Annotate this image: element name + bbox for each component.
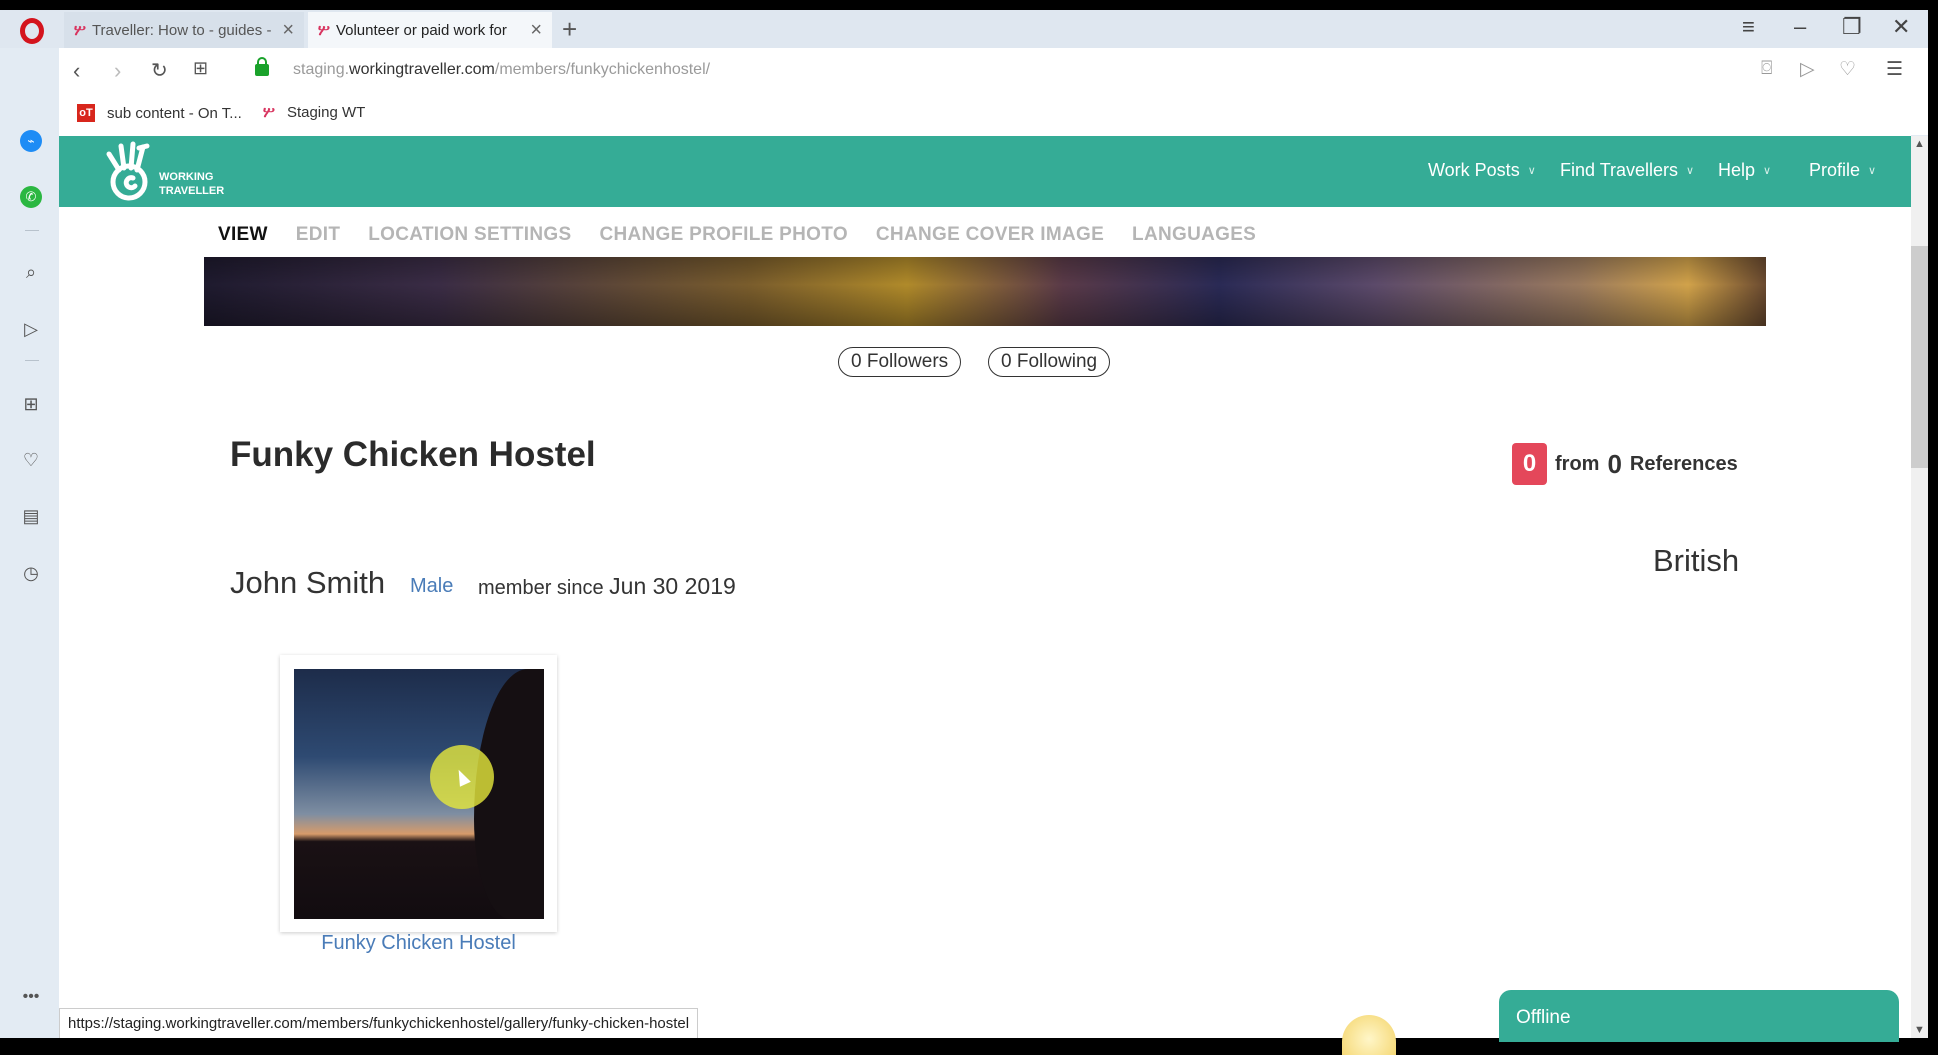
search-icon[interactable]: ⌕: [20, 261, 42, 283]
ot-icon: oT: [77, 104, 95, 122]
subnav-languages[interactable]: LANGUAGES: [1132, 224, 1256, 246]
sidebar-divider: [25, 360, 39, 361]
bookmark-sub-content[interactable]: oT sub content - On T...: [77, 104, 242, 122]
subnav-change-profile-photo[interactable]: CHANGE PROFILE PHOTO: [599, 224, 847, 246]
back-icon[interactable]: ‹: [73, 58, 80, 84]
followers-button[interactable]: 0 Followers: [838, 347, 962, 377]
speed-dial-icon[interactable]: ⊞: [20, 393, 42, 415]
web-page: WORKING TRAVELLER Work Posts ∨ Find Trave…: [59, 135, 1911, 1038]
scroll-up-icon[interactable]: ▲: [1914, 138, 1925, 150]
status-url-bar: https://staging.workingtraveller.com/mem…: [59, 1008, 699, 1038]
tab-menu-icon[interactable]: ≡: [1742, 14, 1755, 40]
chevron-down-icon: ∨: [1527, 165, 1536, 177]
gallery-item[interactable]: [280, 655, 557, 932]
scrollbar-thumb[interactable]: [1911, 246, 1928, 468]
member-since: member since Jun 30 2019: [478, 573, 736, 599]
address-bar: ‹ › ↻ ⊞ staging.workingtraveller.com/mem…: [59, 48, 1928, 95]
reload-icon[interactable]: ↻: [151, 58, 168, 83]
menu-find-travellers[interactable]: Find Travellers ∨: [1560, 160, 1694, 181]
reference-count: 0: [1607, 448, 1622, 479]
send-icon[interactable]: ▷: [20, 318, 42, 340]
bookmark-staging-wt[interactable]: ሦ Staging WT: [263, 104, 365, 121]
url-field[interactable]: staging.workingtraveller.com/members/fun…: [293, 61, 710, 79]
opera-sidebar: ⌁ ✆ ⌕ ▷ ⊞ ♡ ▤ ◷ •••: [0, 48, 59, 1038]
news-icon[interactable]: ▤: [20, 505, 42, 527]
more-icon[interactable]: •••: [20, 986, 42, 1008]
subnav-edit[interactable]: EDIT: [296, 224, 340, 246]
reference-score-badge: 0: [1512, 443, 1547, 485]
wt-icon: ሦ: [263, 104, 275, 121]
browser-window: ሦ Traveller: How to - guides - × ሦ Volun…: [0, 10, 1928, 1038]
working-traveller-favicon-icon: ሦ: [74, 21, 86, 39]
member-name: John Smith: [230, 565, 386, 600]
restore-icon[interactable]: ❐: [1842, 14, 1862, 40]
minimize-icon[interactable]: –: [1794, 14, 1806, 40]
lock-icon: [255, 57, 269, 76]
references-summary: 0 from 0 References: [1512, 443, 1738, 485]
whatsapp-icon[interactable]: ✆: [20, 186, 42, 208]
member-gender: Male: [410, 575, 454, 597]
chevron-down-icon: ∨: [1868, 165, 1877, 177]
cover-image: [204, 257, 1766, 326]
menu-profile[interactable]: Profile ∨: [1809, 160, 1876, 181]
menu-work-posts[interactable]: Work Posts ∨: [1428, 160, 1536, 181]
subnav-view[interactable]: VIEW: [218, 224, 268, 246]
member-nationality: British: [1653, 543, 1740, 578]
page-scrollbar[interactable]: ▲ ▼: [1911, 136, 1928, 1038]
gallery-caption-link[interactable]: Funky Chicken Hostel: [280, 932, 557, 955]
profile-subnav: VIEW EDIT LOCATION SETTINGS CHANGE PROFI…: [218, 224, 1256, 246]
sidebar-divider: [25, 230, 39, 231]
history-clock-icon[interactable]: ◷: [20, 562, 42, 584]
bookmark-heart-icon[interactable]: ♡: [1839, 58, 1856, 81]
gallery-thumbnail[interactable]: [294, 669, 544, 919]
close-window-icon[interactable]: ✕: [1892, 14, 1910, 40]
chevron-down-icon: ∨: [1686, 165, 1695, 177]
working-traveller-favicon-icon: ሦ: [318, 21, 330, 39]
subnav-change-cover-image[interactable]: CHANGE COVER IMAGE: [876, 224, 1104, 246]
subnav-location-settings[interactable]: LOCATION SETTINGS: [368, 224, 571, 246]
speed-dial-icon[interactable]: ⊞: [193, 58, 208, 79]
site-logo-text: WORKING TRAVELLER: [159, 171, 225, 197]
bookmarks-bar: oT sub content - On T... ሦ Staging WT: [59, 95, 1928, 135]
snapshot-icon[interactable]: ⌼: [1761, 58, 1772, 80]
close-tab-icon[interactable]: ×: [530, 19, 542, 42]
opera-logo-icon[interactable]: [20, 18, 44, 44]
site-navbar: WORKING TRAVELLER Work Posts ∨ Find Trave…: [59, 136, 1911, 207]
send-icon[interactable]: ▷: [1800, 58, 1815, 81]
tab-volunteer-work[interactable]: ሦ Volunteer or paid work for ×: [308, 12, 552, 48]
following-button[interactable]: 0 Following: [988, 347, 1111, 377]
new-tab-icon[interactable]: +: [562, 14, 577, 45]
menu-help[interactable]: Help ∨: [1718, 160, 1771, 181]
heart-icon[interactable]: ♡: [20, 449, 42, 471]
chat-offline-widget[interactable]: Offline: [1499, 990, 1899, 1042]
easy-setup-icon[interactable]: ☰: [1886, 58, 1903, 81]
messenger-icon[interactable]: ⌁: [20, 130, 42, 152]
forward-icon[interactable]: ›: [114, 58, 121, 84]
chevron-down-icon: ∨: [1763, 165, 1772, 177]
tab-bar: ሦ Traveller: How to - guides - × ሦ Volun…: [0, 10, 1928, 48]
tab-traveller-guides[interactable]: ሦ Traveller: How to - guides - ×: [64, 12, 304, 48]
close-tab-icon[interactable]: ×: [282, 19, 294, 42]
references-link[interactable]: References: [1630, 453, 1738, 476]
scroll-down-icon[interactable]: ▼: [1914, 1024, 1925, 1036]
page-title: Funky Chicken Hostel: [230, 435, 596, 474]
